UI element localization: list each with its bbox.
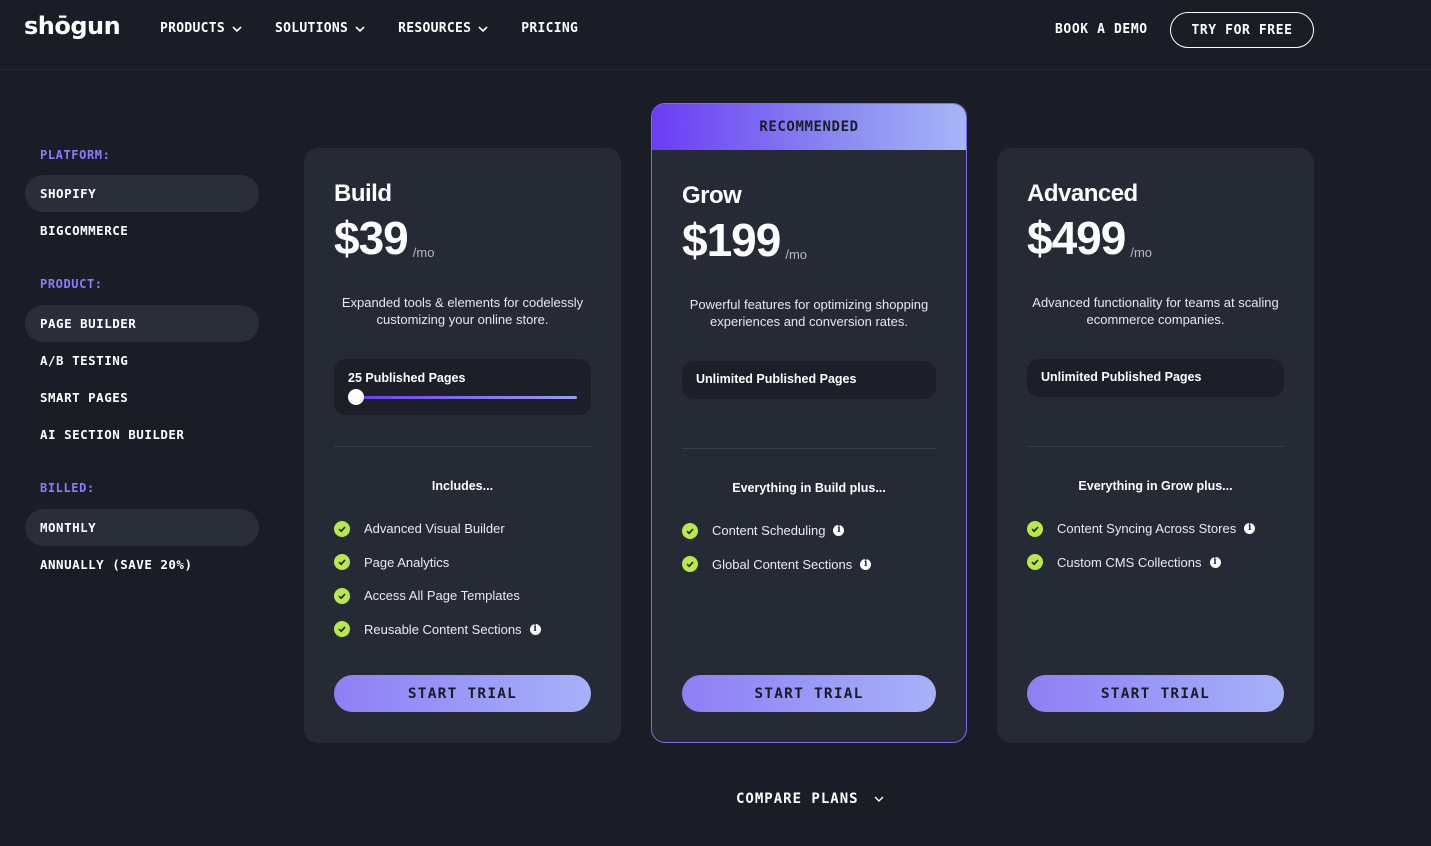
nav-solutions-label: SOLUTIONS (275, 21, 349, 36)
published-pages-selector: 25 Published Pages (334, 359, 591, 415)
feature-label: Page Analytics (364, 554, 450, 570)
price-period: /mo (785, 247, 808, 262)
check-icon (334, 621, 350, 638)
chevron-down-icon (355, 25, 365, 32)
published-pages-label: Unlimited Published Pages (696, 372, 857, 386)
chevron-down-icon (874, 796, 884, 802)
plan-filter-sidebar: PLATFORM: SHOPIFY BIGCOMMERCE PRODUCT: P… (25, 148, 259, 583)
plan-description: Expanded tools & elements for codelessly… (341, 295, 584, 327)
nav-products-label: PRODUCTS (160, 21, 226, 36)
includes-title: Everything in Build plus... (732, 481, 886, 495)
feature-list: Advanced Visual Builder Page Analytics A… (334, 512, 591, 646)
check-icon (1027, 520, 1043, 537)
includes-title: Includes... (431, 479, 494, 493)
compare-plans-toggle[interactable]: COMPARE PLANS (736, 791, 885, 807)
product-option-ai-section-builder[interactable]: AI SECTION BUILDER (25, 416, 259, 453)
nav-pricing[interactable]: PRICING (521, 21, 578, 36)
feature-label: Content Syncing Across Stores (1057, 521, 1237, 537)
info-icon[interactable]: i (860, 558, 872, 570)
pages-slider-handle[interactable] (348, 389, 364, 405)
plan-price: $499 (1027, 212, 1126, 264)
price-row: $39 /mo (334, 212, 434, 264)
feature-item: Content Syncing Across Stores i (1027, 512, 1284, 546)
feature-label: Advanced Visual Builder (364, 521, 505, 537)
platform-option-shopify[interactable]: SHOPIFY (25, 175, 259, 212)
published-pages-label: 25 Published Pages (348, 371, 466, 385)
check-icon (682, 556, 698, 573)
feature-label: Access All Page Templates (364, 588, 520, 604)
compare-plans-label: COMPARE PLANS (736, 791, 859, 807)
plan-description: Powerful features for optimizing shoppin… (689, 297, 929, 329)
feature-item: Reusable Content Sections i (334, 613, 591, 647)
feature-label: Global Content Sections (712, 556, 853, 572)
book-demo-link[interactable]: BOOK A DEMO (1055, 22, 1148, 37)
platform-title: PLATFORM: (40, 148, 111, 162)
divider (1027, 446, 1284, 447)
check-icon (334, 554, 350, 571)
main-nav: PRODUCTS SOLUTIONS RESOURCES PRICING (160, 21, 578, 36)
nav-solutions[interactable]: SOLUTIONS (275, 21, 366, 36)
chevron-down-icon (232, 25, 242, 32)
feature-label: Custom CMS Collections (1057, 554, 1202, 570)
feature-item: Global Content Sections i (682, 548, 936, 582)
feature-label: Content Scheduling (712, 523, 826, 539)
shogun-logo[interactable]: shōgun (24, 12, 121, 40)
recommended-badge: RECOMMENDED (652, 104, 966, 150)
includes-title: Everything in Grow plus... (1078, 479, 1233, 493)
billing-option-monthly[interactable]: MONTHLY (25, 509, 259, 546)
info-icon[interactable]: i (833, 525, 845, 537)
info-icon[interactable]: i (529, 623, 541, 635)
published-pages-box: Unlimited Published Pages (1027, 359, 1284, 397)
plan-description: Advanced functionality for teams at scal… (1032, 295, 1279, 327)
start-trial-button-grow[interactable]: START TRIAL (682, 675, 936, 712)
pages-slider-track[interactable] (356, 396, 577, 399)
check-icon (682, 522, 698, 539)
product-option-ab-testing[interactable]: A/B TESTING (25, 342, 259, 379)
nav-products[interactable]: PRODUCTS (160, 21, 243, 36)
plan-name: Grow (682, 182, 742, 209)
check-icon (1027, 554, 1043, 571)
platform-option-bigcommerce[interactable]: BIGCOMMERCE (25, 212, 259, 249)
plan-name: Advanced (1027, 180, 1138, 207)
published-pages-box: Unlimited Published Pages (682, 361, 936, 399)
nav-resources[interactable]: RESOURCES (398, 21, 489, 36)
billing-option-annually[interactable]: ANNUALLY (SAVE 20%) (25, 546, 259, 583)
chevron-down-icon (478, 25, 488, 32)
feature-list: Content Syncing Across Stores i Custom C… (1027, 512, 1284, 579)
feature-label: Reusable Content Sections (364, 621, 522, 637)
billed-title: BILLED: (40, 481, 95, 495)
plan-price: $39 (334, 212, 409, 264)
feature-item: Custom CMS Collections i (1027, 546, 1284, 580)
start-trial-button-advanced[interactable]: START TRIAL (1027, 675, 1284, 712)
plan-card-advanced: Advanced $499 /mo Advanced functionality… (997, 148, 1314, 743)
plan-card-build: Build $39 /mo Expanded tools & elements … (304, 148, 621, 743)
nav-pricing-label: PRICING (521, 21, 579, 36)
feature-item: Advanced Visual Builder (334, 512, 591, 546)
check-icon (334, 587, 350, 604)
price-period: /mo (412, 245, 435, 260)
divider (334, 446, 591, 447)
plan-card-grow: RECOMMENDED Grow $199 /mo Powerful featu… (651, 103, 967, 743)
plan-name: Build (334, 180, 392, 207)
top-nav-bar: shōgun PRODUCTS SOLUTIONS RESOURCES PRIC… (0, 0, 1431, 70)
feature-item: Page Analytics (334, 546, 591, 580)
feature-item: Content Scheduling i (682, 514, 936, 548)
plan-price: $199 (682, 214, 781, 266)
published-pages-label: Unlimited Published Pages (1041, 370, 1202, 384)
price-period: /mo (1130, 245, 1153, 260)
try-for-free-button[interactable]: TRY FOR FREE (1170, 12, 1314, 48)
feature-list: Content Scheduling i Global Content Sect… (682, 514, 936, 581)
price-row: $199 /mo (682, 214, 807, 266)
info-icon[interactable]: i (1244, 523, 1256, 535)
info-icon[interactable]: i (1209, 556, 1221, 568)
feature-item: Access All Page Templates (334, 579, 591, 613)
product-option-page-builder[interactable]: PAGE BUILDER (25, 305, 259, 342)
nav-resources-label: RESOURCES (398, 21, 472, 36)
product-option-smart-pages[interactable]: SMART PAGES (25, 379, 259, 416)
start-trial-button-build[interactable]: START TRIAL (334, 675, 591, 712)
check-icon (334, 520, 350, 537)
product-title: PRODUCT: (40, 277, 103, 291)
price-row: $499 /mo (1027, 212, 1152, 264)
divider (682, 448, 936, 449)
